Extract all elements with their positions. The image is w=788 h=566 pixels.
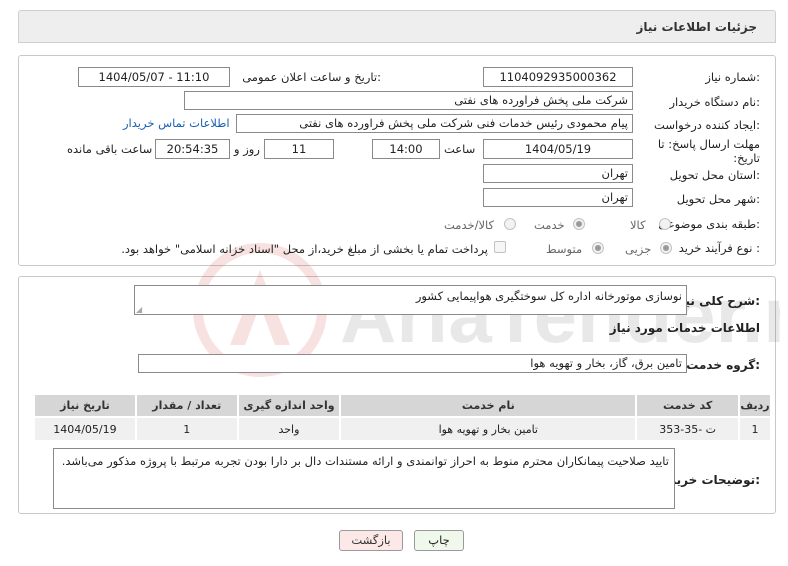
announce-label: تاریخ و ساعت اعلان عمومی: [242,70,381,84]
col-header-service-name: نام خدمت [339,393,638,418]
buyer-org-field: شرکت ملی پخش فراورده های نفتی [184,91,633,110]
service-group-label: گروه خدمت: [686,358,760,372]
process-option-medium-label: متوسط [546,242,583,256]
deadline-date-field: 1404/05/19 [483,139,633,159]
deadline-time-label: ساعت [444,142,476,156]
process-type-label: نوع فرآیند خرید : [678,241,760,255]
resize-grip-icon[interactable]: ◢ [136,305,142,314]
details-header: جزئیات اطلاعات نیاز [18,10,776,43]
deadline-label: مهلت ارسال پاسخ: تا تاریخ: [657,137,760,165]
col-header-quantity: تعداد / مقدار [134,393,239,418]
process-option-minor-label: جزیی [625,242,652,256]
cell-quantity: 1 [134,416,239,442]
days-label: روز و [234,142,260,156]
table-row: 1 ت -35-353 تامین بخار و تهویه هوا واحد … [33,416,772,442]
province-label: استان محل تحویل: [669,168,760,182]
category-option-both-label: کالا/خدمت [444,218,495,232]
city-field: تهران [483,188,633,207]
col-header-row-number: ردیف [738,393,772,418]
print-button[interactable]: چاپ [414,530,464,551]
cell-service-code: ت -35-353 [635,416,741,442]
creator-label: ایجاد کننده درخواست: [654,118,760,132]
back-button[interactable]: بازگشت [339,530,403,551]
buyer-contact-link[interactable]: اطلاعات تماس خریدار [123,116,230,130]
province-field: تهران [483,164,633,183]
days-remaining-field: 11 [264,139,334,159]
buyer-org-label: نام دستگاه خریدار: [669,95,760,109]
remaining-time-field: 20:54:35 [155,139,230,159]
category-option-both-radio[interactable] [504,218,516,230]
table-header-row: ردیف کد خدمت نام خدمت واحد اندازه گیری ت… [33,393,772,418]
services-table: ردیف کد خدمت نام خدمت واحد اندازه گیری ت… [33,393,772,442]
cell-unit: واحد [236,416,342,442]
deadline-time-field: 14:00 [372,139,440,159]
process-option-minor-radio[interactable] [660,242,672,254]
summary-field: نوسازی موتورخانه اداره کل سوختگیری هواپی… [134,285,687,315]
need-number-label: شماره نیاز: [705,70,760,84]
category-option-service-radio[interactable] [573,218,585,230]
creator-field: پیام محمودی رئیس خدمات فنی شرکت ملی پخش … [236,114,633,133]
category-option-goods-radio[interactable] [659,218,671,230]
service-group-field: تامین برق، گاز، بخار و تهویه هوا [138,354,687,373]
cell-service-name: تامین بخار و تهویه هوا [339,416,638,442]
header-title: جزئیات اطلاعات نیاز [636,20,757,34]
treasury-payment-note: پرداخت تمام یا بخشی از مبلغ خرید،از محل … [121,242,488,256]
announce-field: 1404/05/07 - 11:10 [78,67,230,87]
cell-row-number: 1 [738,416,772,442]
remaining-time-label: ساعت باقی مانده [67,142,153,156]
col-header-unit: واحد اندازه گیری [236,393,342,418]
col-header-need-date: تاریخ نیاز [33,393,137,418]
treasury-payment-checkbox[interactable] [494,241,506,253]
cell-need-date: 1404/05/19 [33,416,137,442]
category-option-goods-label: کالا [630,218,646,232]
category-label: طبقه بندی موضوعی: [658,217,760,231]
category-option-service-label: خدمت [534,218,565,232]
col-header-service-code: کد خدمت [635,393,741,418]
process-option-medium-radio[interactable] [592,242,604,254]
need-number-field: 1104092935000362 [483,67,633,87]
buyer-notes-field: تایید صلاحیت پیمانکاران محترم منوط به اح… [53,448,675,509]
services-heading: اطلاعات خدمات مورد نیاز [609,321,760,335]
city-label: شهر محل تحویل: [676,192,760,206]
